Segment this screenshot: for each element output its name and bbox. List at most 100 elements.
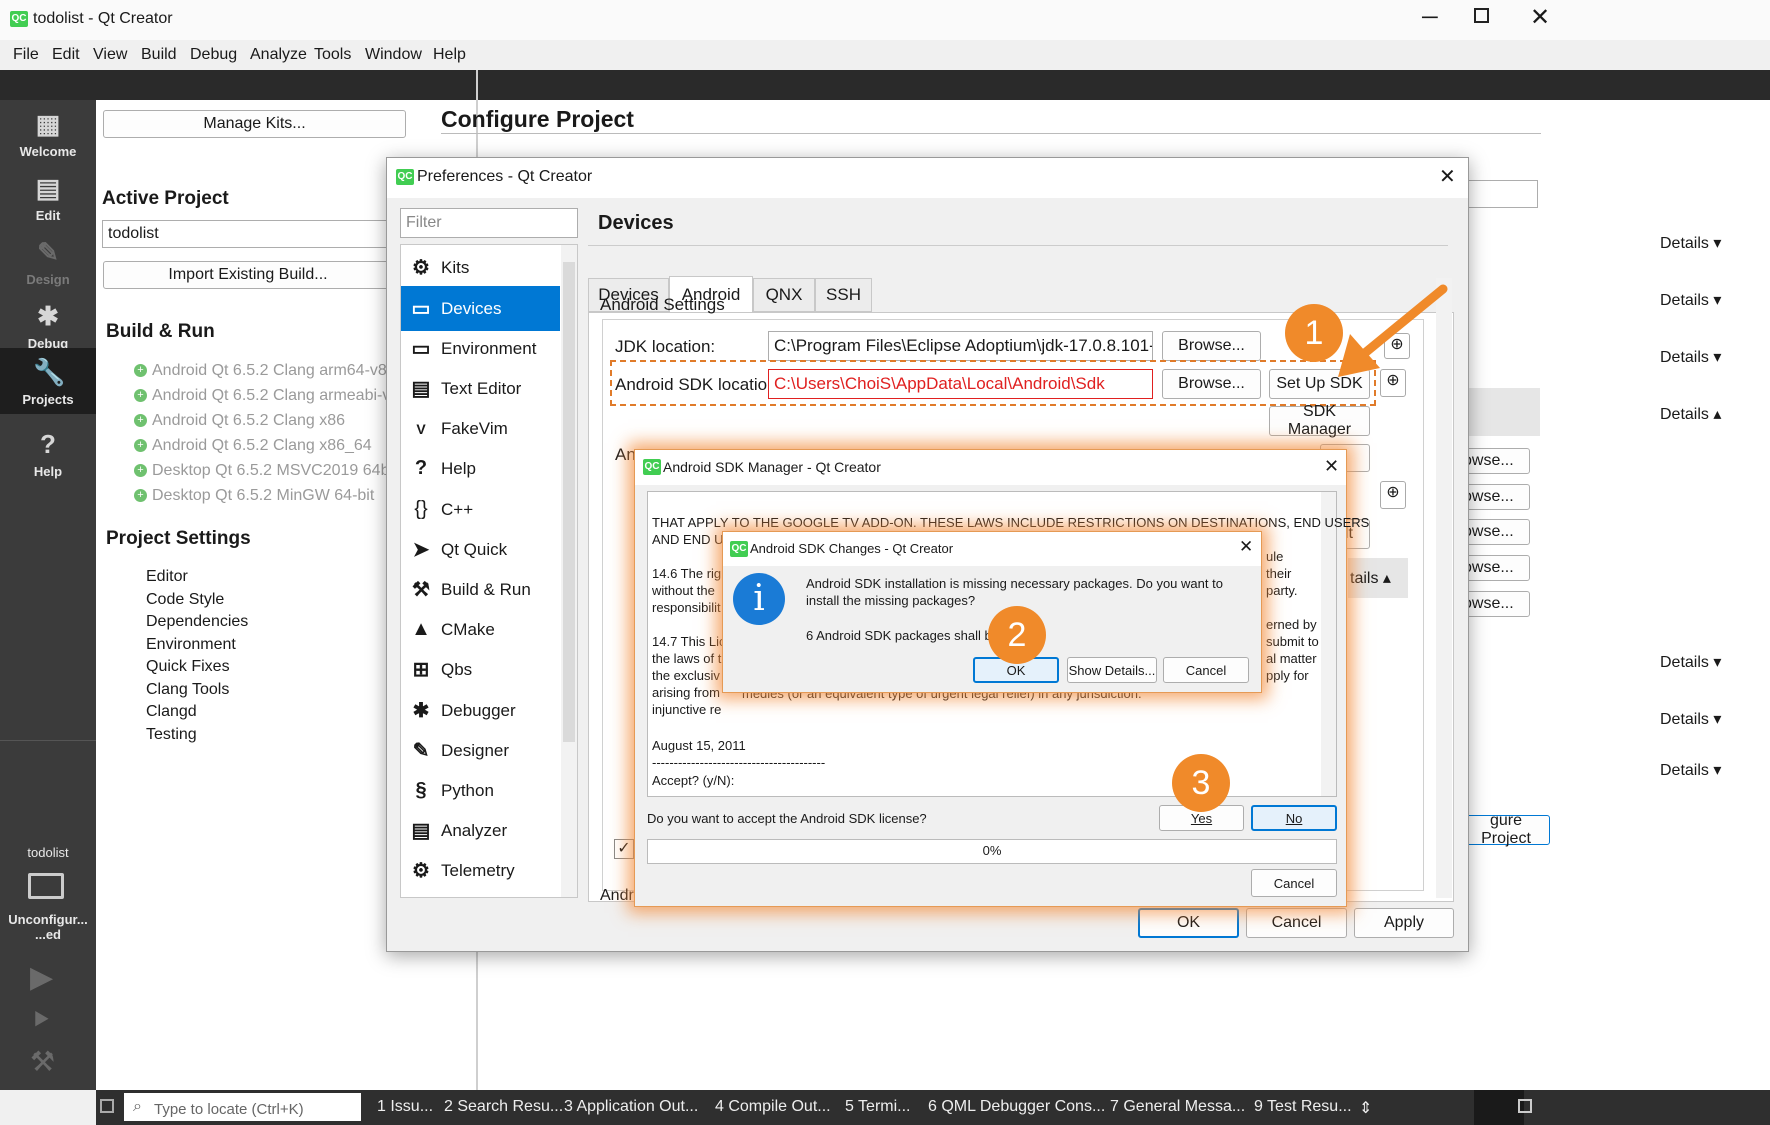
show-details-button[interactable]: Show Details... — [1067, 657, 1157, 683]
browse-button[interactable]: owse... — [1462, 484, 1530, 510]
details-toggle[interactable]: Details ▴ — [1660, 404, 1721, 424]
mode-help[interactable]: ? Help — [0, 420, 96, 492]
menu-view[interactable]: View — [93, 46, 127, 64]
nav-cpp[interactable]: {} C++ — [401, 487, 579, 532]
nav-help[interactable]: ? Help — [401, 446, 579, 491]
pane-issues[interactable]: 1 Issu... — [377, 1098, 433, 1116]
kit-item[interactable]: + Desktop Qt 6.5.2 MinGW 64-bit — [134, 487, 374, 505]
menu-window[interactable]: Window — [365, 46, 422, 64]
run-icon[interactable]: ▶ — [30, 960, 53, 995]
details-toggle[interactable]: Details ▾ — [1660, 233, 1721, 253]
preferences-apply-button[interactable]: Apply — [1354, 908, 1454, 938]
close-icon[interactable]: ✕ — [1239, 537, 1253, 557]
details-toggle[interactable]: Details ▾ — [1660, 290, 1721, 310]
menu-debug[interactable]: Debug — [190, 46, 237, 64]
menu-file[interactable]: File — [13, 46, 39, 64]
monitor-icon[interactable] — [28, 873, 64, 899]
kit-item[interactable]: + Android Qt 6.5.2 Clang x86_64 — [134, 437, 372, 455]
kit-item[interactable]: + Android Qt 6.5.2 Clang arm64-v8a — [134, 362, 396, 380]
browse-button[interactable]: owse... — [1462, 555, 1530, 581]
mode-edit[interactable]: ▤ Edit — [0, 164, 96, 236]
jdk-browse-button[interactable]: Browse... — [1162, 331, 1261, 361]
updown-icon[interactable]: ⇕ — [1359, 1098, 1372, 1118]
nav-telemetry[interactable]: ⚙ Telemetry — [401, 848, 579, 893]
sdk-location-input[interactable]: C:\Users\ChoiS\AppData\Local\Android\Sdk — [768, 369, 1153, 399]
sdk-manager-cancel-button[interactable]: Cancel — [1251, 869, 1337, 897]
checkbox[interactable]: ✓ — [614, 839, 634, 859]
kit-filter-input[interactable] — [1460, 180, 1538, 208]
settings-testing[interactable]: Testing — [146, 726, 197, 744]
kit-selector-build[interactable]: Unconfigur... ...ed — [0, 912, 96, 942]
nav-text-editor[interactable]: ▤ Text Editor — [401, 366, 579, 411]
settings-quick-fixes[interactable]: Quick Fixes — [146, 658, 230, 676]
browse-button[interactable]: owse... — [1462, 519, 1530, 545]
nav-fakevim[interactable]: V FakeVim — [401, 406, 579, 451]
debug-run-icon[interactable]: ⯈ — [30, 1005, 52, 1038]
preferences-cancel-button[interactable]: Cancel — [1246, 908, 1347, 938]
nav-python[interactable]: § Python — [401, 768, 579, 813]
toggle-right-sidebar-icon[interactable] — [1518, 1099, 1532, 1113]
active-project-select[interactable]: todolist — [102, 220, 392, 248]
sdk-browse-button[interactable]: Browse... — [1162, 369, 1261, 399]
menu-tools[interactable]: Tools — [314, 46, 351, 64]
details-toggle[interactable]: Details ▾ — [1660, 760, 1721, 780]
close-icon[interactable]: ✕ — [1324, 456, 1339, 477]
build-hammer-icon[interactable]: ⚒ — [30, 1045, 55, 1078]
jdk-location-input[interactable]: C:\Program Files\Eclipse Adoptium\jdk-17… — [768, 331, 1153, 361]
details-toggle[interactable]: Details ▾ — [1660, 709, 1721, 729]
close-icon[interactable]: ✕ — [1439, 164, 1456, 189]
menu-edit[interactable]: Edit — [52, 46, 80, 64]
menu-help[interactable]: Help — [433, 46, 466, 64]
manage-kits-button[interactable]: Manage Kits... — [103, 110, 406, 138]
details-toggle[interactable]: Details ▾ — [1660, 652, 1721, 672]
maximize-icon[interactable] — [1474, 8, 1489, 23]
nav-qt-quick[interactable]: ➤ Qt Quick — [401, 527, 579, 572]
close-icon[interactable]: ✕ — [1530, 3, 1550, 32]
kit-item[interactable]: + Android Qt 6.5.2 Clang armeabi-v7a — [134, 387, 408, 405]
tab-ssh[interactable]: SSH — [815, 278, 872, 312]
sdk-manager-button[interactable]: SDK Manager — [1269, 403, 1370, 438]
nav-qbs[interactable]: ⊞ Qbs — [401, 647, 579, 692]
nav-cmake[interactable]: ▲ CMake — [401, 607, 579, 652]
configure-project-button[interactable]: gure Project — [1462, 812, 1550, 847]
tab-qnx[interactable]: QNX — [753, 278, 815, 312]
import-existing-build-button[interactable]: Import Existing Build... — [103, 261, 393, 289]
globe-icon[interactable]: ⊕ — [1380, 481, 1406, 509]
details-toggle[interactable]: Details ▾ — [1660, 347, 1721, 367]
toggle-sidebar-icon[interactable] — [100, 1099, 114, 1113]
menu-build[interactable]: Build — [141, 46, 177, 64]
pane-qml-debugger[interactable]: 6 QML Debugger Cons... — [928, 1098, 1105, 1116]
kit-item[interactable]: + Android Qt 6.5.2 Clang x86 — [134, 412, 345, 430]
settings-clangd[interactable]: Clangd — [146, 703, 197, 721]
settings-environment[interactable]: Environment — [146, 636, 236, 654]
mode-welcome[interactable]: ▦ Welcome — [0, 100, 96, 172]
settings-code-style[interactable]: Code Style — [146, 591, 224, 609]
pane-terminal[interactable]: 5 Termi... — [845, 1098, 911, 1116]
minimize-icon[interactable]: ─ — [1422, 4, 1438, 30]
output-toggle-icon[interactable] — [1474, 1090, 1524, 1125]
preferences-ok-button[interactable]: OK — [1138, 908, 1239, 938]
browse-button[interactable]: owse... — [1462, 448, 1530, 474]
mode-design[interactable]: ✎ Design — [0, 228, 96, 300]
kit-item[interactable]: + Desktop Qt 6.5.2 MSVC2019 64bit — [134, 462, 397, 480]
preferences-filter-input[interactable]: Filter — [400, 208, 578, 238]
settings-dependencies[interactable]: Dependencies — [146, 613, 248, 631]
pane-search-results[interactable]: 2 Search Resu... — [444, 1098, 563, 1116]
pane-test-results[interactable]: 9 Test Resu... — [1254, 1098, 1352, 1116]
pane-compile-output[interactable]: 4 Compile Out... — [715, 1098, 831, 1116]
menu-analyze[interactable]: Analyze — [250, 46, 307, 64]
nav-devices[interactable]: ▭ Devices — [401, 286, 560, 331]
pane-general-messages[interactable]: 7 General Messa... — [1110, 1098, 1245, 1116]
nav-analyzer[interactable]: ▤ Analyzer — [401, 808, 579, 853]
nav-build-run[interactable]: ⚒ Build & Run — [401, 567, 579, 612]
settings-editor[interactable]: Editor — [146, 568, 188, 586]
locator-input[interactable]: Type to locate (Ctrl+K) — [124, 1093, 361, 1121]
browse-button[interactable]: owse... — [1462, 591, 1530, 617]
settings-clang-tools[interactable]: Clang Tools — [146, 681, 229, 699]
nav-designer[interactable]: ✎ Designer — [401, 728, 579, 773]
mode-projects[interactable]: 🔧 Projects — [0, 348, 96, 414]
nav-environment[interactable]: ▭ Environment — [401, 326, 579, 371]
nav-kits[interactable]: ⚙ Kits — [401, 245, 579, 290]
no-button[interactable]: No — [1251, 805, 1337, 831]
changes-cancel-button[interactable]: Cancel — [1163, 657, 1249, 683]
